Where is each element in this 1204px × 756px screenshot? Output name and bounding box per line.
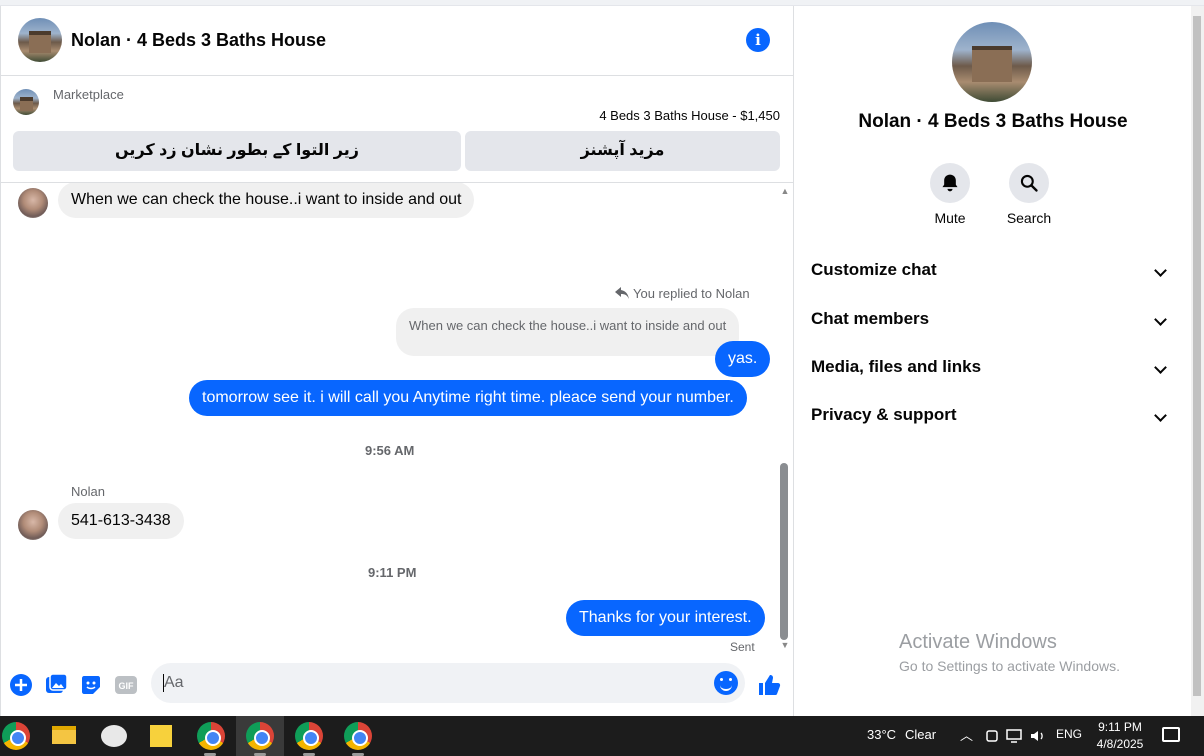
chrome-app-icon[interactable] (295, 722, 323, 750)
activate-windows-watermark: Activate Windows Go to Settings to activ… (899, 631, 1120, 674)
scroll-down-arrow-icon[interactable]: ▼ (780, 640, 790, 650)
volume-icon[interactable] (1030, 729, 1046, 743)
search-icon (1020, 174, 1038, 192)
section-privacy-support[interactable]: Privacy & support (811, 393, 1175, 437)
weather-temp[interactable]: 33°C (867, 727, 896, 742)
listing-title-price[interactable]: 4 Beds 3 Baths House - $1,450 (599, 108, 780, 123)
system-clock[interactable]: 9:11 PM 4/8/2025 (1090, 719, 1150, 753)
chrome-app-icon[interactable] (344, 722, 372, 750)
marketplace-bar: Marketplace 4 Beds 3 Baths House - $1,45… (1, 76, 794, 183)
network-icon[interactable] (1006, 729, 1022, 743)
watermark-line1: Activate Windows (899, 631, 1057, 653)
outgoing-message[interactable]: yas. (715, 341, 771, 377)
clock-date: 4/8/2025 (1096, 737, 1144, 751)
timestamp: 9:11 PM (368, 565, 417, 580)
chrome-app-icon[interactable] (246, 722, 274, 750)
weather-condition[interactable]: Clear (905, 727, 936, 742)
reply-indicator: You replied to Nolan (615, 286, 750, 301)
reply-arrow-icon (615, 287, 629, 299)
message-list[interactable]: When we can check the house..i want to i… (1, 183, 779, 661)
chat-header: Nolan · 4 Beds 3 Baths House i (1, 6, 794, 76)
gif-icon[interactable]: GIF (114, 673, 138, 697)
chevron-down-icon (1154, 409, 1167, 422)
info-avatar[interactable] (952, 22, 1032, 102)
chevron-up-icon[interactable]: ︿ (960, 725, 973, 744)
watermark-line2: Go to Settings to activate Windows. (899, 658, 1120, 674)
taskbar: 33°C Clear ︿ ENG 9:11 PM 4/8/2025 (0, 716, 1204, 756)
sticky-notes-icon[interactable] (150, 725, 172, 747)
reply-label-text: You replied to Nolan (633, 286, 750, 301)
mute-button[interactable]: Mute (915, 163, 985, 226)
info-title: Nolan · 4 Beds 3 Baths House (858, 111, 1128, 132)
search-button[interactable]: Search (994, 163, 1064, 226)
thumbs-up-icon[interactable] (757, 673, 781, 697)
message-input[interactable]: Aa (151, 663, 745, 703)
mark-pending-button[interactable]: زیر التوا کے بطور نشان زد کریں (13, 131, 461, 171)
svg-text:GIF: GIF (119, 681, 135, 691)
marketplace-label: Marketplace (53, 87, 124, 102)
chevron-down-icon (1154, 313, 1167, 326)
chat-pane: Nolan · 4 Beds 3 Baths House i Marketpla… (0, 6, 794, 716)
photo-icon[interactable] (44, 673, 68, 697)
section-media-files-links[interactable]: Media, files and links (811, 345, 1175, 389)
sender-avatar[interactable] (18, 188, 48, 218)
scroll-up-arrow-icon[interactable]: ▲ (780, 186, 790, 196)
section-customize-chat[interactable]: Customize chat (811, 248, 1175, 292)
paint-icon[interactable] (101, 725, 127, 747)
notification-icon[interactable] (1162, 727, 1180, 742)
message-input-placeholder: Aa (164, 674, 184, 691)
chat-title[interactable]: Nolan · 4 Beds 3 Baths House (71, 30, 326, 51)
clock-time: 9:11 PM (1098, 720, 1142, 734)
chevron-down-icon (1154, 264, 1167, 277)
page-scroll-thumb[interactable] (1193, 16, 1201, 696)
reply-quote[interactable]: When we can check the house..i want to i… (396, 308, 740, 356)
incoming-message[interactable]: When we can check the house..i want to i… (58, 183, 475, 218)
incoming-message[interactable]: 541-613-3438 (58, 503, 184, 539)
section-label: Chat members (811, 309, 930, 328)
composer: GIF Aa (1, 661, 794, 716)
page-scrollbar[interactable] (1191, 6, 1204, 716)
meet-now-icon[interactable] (985, 729, 999, 743)
sent-status: Sent (730, 640, 755, 654)
chat-info-pane: Nolan · 4 Beds 3 Baths House Mute Search… (795, 6, 1191, 716)
emoji-icon[interactable] (714, 671, 738, 695)
language-indicator[interactable]: ENG (1056, 727, 1082, 741)
section-label: Customize chat (811, 260, 937, 279)
moon-icon[interactable] (836, 724, 858, 746)
timestamp: 9:56 AM (365, 443, 415, 458)
chrome-app-icon[interactable] (2, 722, 30, 750)
more-options-button[interactable]: مزید آپشنز (465, 131, 780, 171)
outgoing-message[interactable]: tomorrow see it. i will call you Anytime… (189, 380, 747, 416)
bell-icon (942, 174, 958, 192)
sender-name: Nolan (71, 484, 105, 499)
outgoing-message[interactable]: Thanks for your interest. (566, 600, 765, 636)
chevron-down-icon (1154, 361, 1167, 374)
section-label: Privacy & support (811, 405, 957, 424)
section-label: Media, files and links (811, 357, 982, 376)
info-icon[interactable]: i (746, 28, 770, 52)
search-label: Search (1006, 210, 1052, 226)
chrome-app-icon[interactable] (197, 722, 225, 750)
message-scrollbar[interactable]: ▲ ▼ (779, 183, 791, 651)
scroll-thumb[interactable] (780, 463, 788, 640)
file-explorer-icon[interactable] (52, 726, 76, 744)
listing-thumbnail[interactable] (13, 89, 39, 115)
sender-avatar[interactable] (18, 510, 48, 540)
section-chat-members[interactable]: Chat members (811, 297, 1175, 341)
plus-icon[interactable] (9, 673, 33, 697)
mute-label: Mute (934, 210, 966, 226)
chat-avatar[interactable] (18, 18, 62, 62)
sticker-icon[interactable] (79, 673, 103, 697)
